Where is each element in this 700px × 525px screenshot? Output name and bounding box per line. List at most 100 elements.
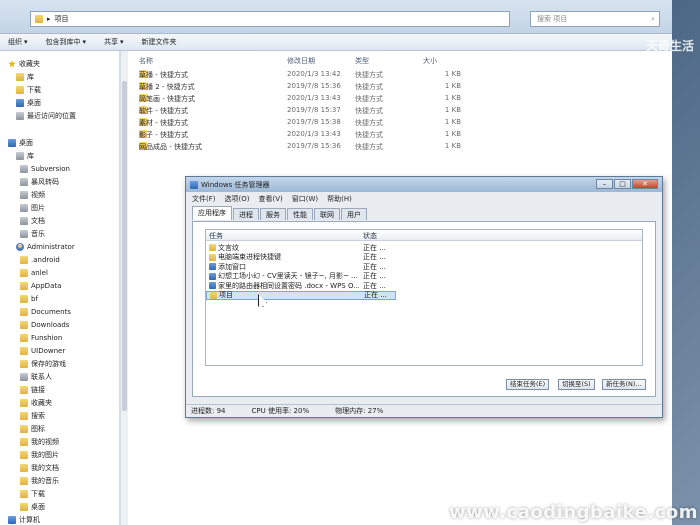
task-row[interactable]: 幻想工场小幻 - CV里读天 - 镜子~, 月影~ ... 正在 ... — [206, 272, 396, 281]
file-row[interactable]: 素材 - 快捷方式 2019/7/8 15:38 快捷方式 1 KB — [129, 118, 669, 129]
nav-item[interactable]: anlel — [20, 267, 48, 279]
nav-item[interactable]: 我的文档 — [20, 462, 59, 474]
nav-item[interactable]: 下载 — [20, 488, 45, 500]
end-task-button[interactable]: 结束任务(E) — [506, 379, 550, 390]
nav-item[interactable]: 图标 — [20, 423, 45, 435]
nav-item-label: 链接 — [31, 386, 45, 394]
new-folder-button[interactable]: 新建文件夹 — [142, 37, 177, 47]
tab[interactable]: 服务 — [260, 208, 286, 220]
file-row[interactable]: 网品成品 - 快捷方式 2019/7/8 15:36 快捷方式 1 KB — [129, 142, 669, 153]
nav-item[interactable]: Funshion — [20, 332, 62, 344]
task-row[interactable]: 文言纹 正在 ... — [206, 243, 396, 252]
chevron-down-icon: ▾ — [82, 38, 87, 46]
tab[interactable]: 用户 — [341, 208, 367, 220]
folder-icon — [20, 451, 28, 459]
column-header-date[interactable]: 修改日期 — [287, 56, 315, 66]
nav-item[interactable]: 库 — [16, 71, 34, 83]
nav-item-label: 库 — [27, 73, 34, 81]
nav-item[interactable]: 收藏夹 — [20, 397, 52, 409]
nav-item[interactable]: 图片 — [20, 202, 45, 214]
maximize-button[interactable]: □ — [614, 179, 631, 189]
file-size: 1 KB — [444, 82, 461, 90]
nav-item[interactable]: 我的视频 — [20, 436, 59, 448]
file-row[interactable]: 软件 - 快捷方式 2019/7/8 15:37 快捷方式 1 KB — [129, 106, 669, 117]
document-icon — [20, 217, 28, 225]
include-in-library-button[interactable]: 包含到库中 ▾ — [46, 37, 87, 47]
minimize-button[interactable]: – — [596, 179, 613, 189]
nav-item-label: 搜索 — [31, 412, 45, 420]
app-icon — [209, 253, 216, 261]
column-header-type[interactable]: 类型 — [355, 56, 369, 66]
folder-icon — [35, 15, 43, 23]
task-row[interactable]: 项目 正在 ... — [206, 290, 396, 300]
nav-item[interactable]: 搜索 — [20, 410, 45, 422]
nav-item-label: UIDowner — [31, 347, 66, 355]
switch-to-button[interactable]: 切换至(S) — [558, 379, 595, 390]
menu-item[interactable]: 查看(V) — [258, 194, 282, 204]
task-row[interactable]: 家里的路由器相同设置密码 .docx - WPS O... 正在 ... — [206, 281, 396, 290]
nav-item[interactable]: 文档 — [20, 215, 45, 227]
new-task-button[interactable]: 新任务(N)... — [602, 379, 646, 390]
file-row[interactable]: 影子 - 快捷方式 2020/1/3 13:43 快捷方式 1 KB — [129, 130, 669, 141]
folder-icon — [20, 347, 28, 355]
desktop-icon — [8, 139, 16, 147]
nav-item[interactable]: 我的图片 — [20, 449, 59, 461]
address-bar[interactable]: ▸ 项目 — [30, 11, 510, 27]
nav-item[interactable]: 库 — [16, 150, 34, 162]
task-row[interactable]: 电脑端束进程快捷键 正在 ... — [206, 253, 396, 262]
tab[interactable]: 性能 — [287, 208, 313, 220]
nav-item[interactable]: Administrator — [16, 241, 75, 253]
menu-item[interactable]: 选项(O) — [225, 194, 250, 204]
nav-scrollbar[interactable] — [120, 51, 128, 525]
nav-item-label: 图标 — [31, 425, 45, 433]
scrollbar-thumb[interactable] — [122, 81, 127, 411]
share-button[interactable]: 共享 ▾ — [104, 37, 124, 47]
nav-item[interactable]: 桌面 — [20, 501, 45, 513]
column-header-size[interactable]: 大小 — [423, 56, 437, 66]
nav-item[interactable]: AppData — [20, 280, 61, 292]
tab[interactable]: 联网 — [314, 208, 340, 220]
file-row[interactable]: 简笔画 - 快捷方式 2020/1/3 13:43 快捷方式 1 KB — [129, 94, 669, 105]
nav-item[interactable]: 链接 — [20, 384, 45, 396]
nav-item[interactable]: 桌面 — [8, 137, 33, 149]
task-status: 正在 ... — [363, 281, 386, 290]
file-row[interactable]: 草播 2 - 快捷方式 2019/7/8 15:36 快捷方式 1 KB — [129, 82, 669, 93]
tab[interactable]: 应用程序 — [192, 206, 232, 220]
nav-item[interactable]: 计算机 — [8, 514, 40, 525]
nav-item-label: anlel — [31, 269, 48, 277]
nav-item[interactable]: 暴风转码 — [20, 176, 59, 188]
file-type: 快捷方式 — [355, 95, 383, 103]
column-header-task[interactable]: 任务 — [209, 231, 223, 241]
nav-item[interactable]: 我的音乐 — [20, 475, 59, 487]
menu-item[interactable]: 窗口(W) — [292, 194, 318, 204]
search-input[interactable]: 搜索 项目 ⌕ — [530, 11, 660, 27]
nav-item[interactable]: 下载 — [16, 84, 41, 96]
nav-item[interactable]: Downloads — [20, 319, 69, 331]
nav-item[interactable]: 保存的游戏 — [20, 358, 66, 370]
nav-item[interactable]: Documents — [20, 306, 71, 318]
menu-item[interactable]: 文件(F) — [192, 194, 216, 204]
menu-item[interactable]: 帮助(H) — [327, 194, 352, 204]
file-row[interactable]: 草播 - 快捷方式 2020/1/3 13:42 快捷方式 1 KB — [129, 70, 669, 81]
column-header-status[interactable]: 状态 — [363, 231, 377, 241]
nav-item[interactable]: bf — [20, 293, 38, 305]
nav-item[interactable]: 最近访问的位置 — [16, 110, 76, 122]
nav-item[interactable]: 联系人 — [20, 371, 52, 383]
task-manager-titlebar[interactable]: Windows 任务管理器 – □ ✕ — [186, 177, 662, 192]
file-size: 1 KB — [444, 94, 461, 102]
nav-item[interactable]: 收藏夹 — [8, 58, 40, 70]
close-button[interactable]: ✕ — [632, 179, 658, 189]
organize-button[interactable]: 组织 ▾ — [8, 37, 28, 47]
file-size: 1 KB — [444, 106, 461, 114]
nav-item[interactable]: UIDowner — [20, 345, 65, 357]
nav-item[interactable]: 桌面 — [16, 97, 41, 109]
task-row[interactable]: 添加窗口 正在 ... — [206, 262, 396, 271]
tab[interactable]: 进程 — [233, 208, 259, 220]
nav-item[interactable]: 视频 — [20, 189, 45, 201]
nav-item[interactable]: .android — [20, 254, 60, 266]
column-header-name[interactable]: 名称 — [139, 56, 153, 66]
nav-item[interactable]: 音乐 — [20, 228, 45, 240]
task-name: 文言纹 — [209, 243, 359, 253]
nav-item[interactable]: Subversion — [20, 163, 70, 175]
task-manager-menubar: 文件(F) 选项(O) 查看(V) 窗口(W) 帮助(H) — [192, 194, 352, 204]
